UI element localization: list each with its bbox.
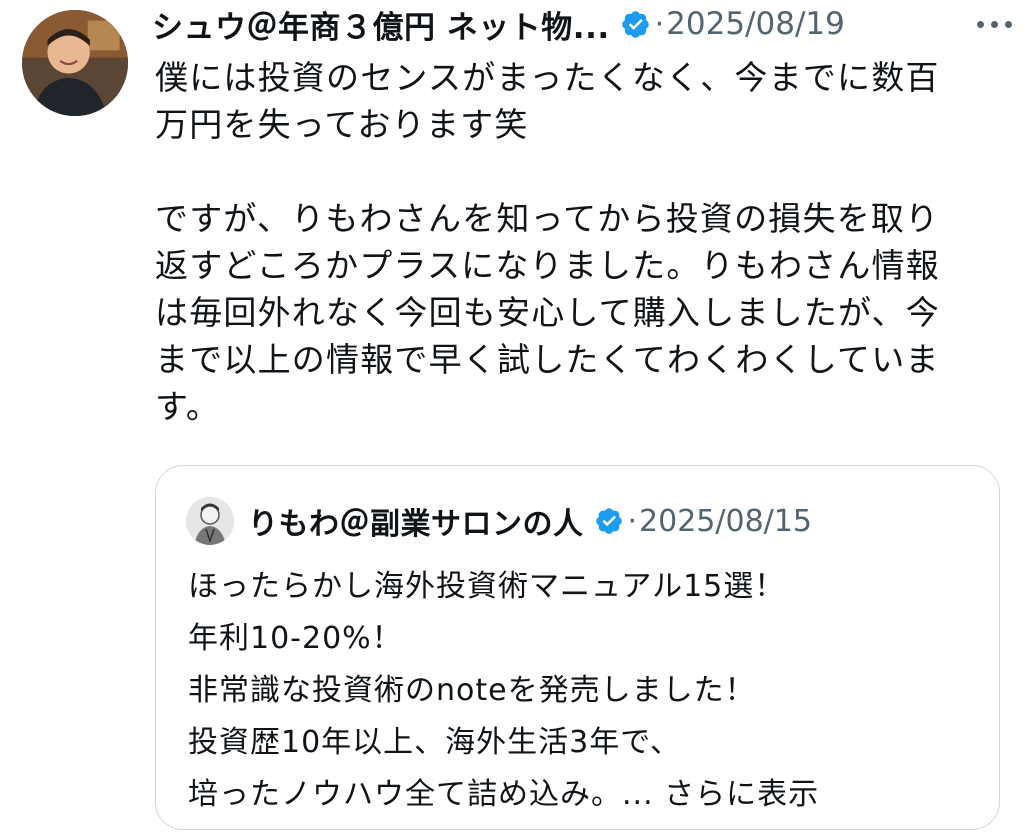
more-dot [976,20,984,28]
tweet-date[interactable]: 2025/08/19 [666,6,845,42]
quoted-text-line: 培ったノウハウ全て詰め込み。... さらに表示 [188,769,978,821]
quoted-text-line: 年利10-20%！ [188,621,403,656]
tweet-header: シュウ＠年商３億円 ネット物... · 2025/08/19 [152,0,1002,48]
tweet-text: 僕には投資のセンスがまったくなく、今までに数百 万円を失っております笑 ですが、… [155,54,985,430]
tweet-text-line: 万円を失っております笑 [155,105,529,144]
more-dot [1004,20,1012,28]
tweet-text-line: 返すどころかプラスになりました。りもわさん情報 [155,246,940,285]
quoted-tweet-text: ほったらかし海外投資術マニュアル15選！ 年利10-20%！ 非常識な投資術のn… [188,561,978,821]
quoted-tweet-date[interactable]: 2025/08/15 [639,504,812,539]
author-avatar-image [22,10,128,116]
quoted-text-line: 投資歴10年以上、海外生活3年で、 [188,725,682,760]
quoted-author-avatar[interactable] [186,497,234,545]
more-options-icon[interactable] [970,6,1018,42]
header-separator: · [654,6,665,42]
quoted-author-avatar-image [186,497,234,545]
quoted-author-name[interactable]: りもわ＠副業サロンの人 [248,499,584,543]
tweet-text-line: は毎回外れなく今回も安心して購入しましたが、今 [155,293,940,332]
quoted-text-line: ほったらかし海外投資術マニュアル15選！ [188,569,786,604]
show-more-link[interactable]: ... さらに表示 [622,777,819,812]
quoted-tweet-card[interactable]: りもわ＠副業サロンの人 · 2025/08/15 ほったらかし海外投資術マニュア… [155,465,1000,830]
verified-badge-icon [595,508,622,534]
quoted-text-last-line: 培ったノウハウ全て詰め込み。 [188,777,622,812]
tweet-text-line: ですが、りもわさんを知ってから投資の損失を取り [155,199,940,238]
tweet-text-line: まで以上の情報で早く試したくてわくわくしていま [155,340,940,379]
author-name[interactable]: シュウ＠年商３億円 ネット物... [152,2,610,47]
tweet-text-line: す。 [155,387,221,426]
author-avatar[interactable] [22,10,128,116]
quoted-header-separator: · [627,503,638,539]
verified-badge-icon [621,10,649,38]
more-dot [990,20,998,28]
quoted-tweet-header: りもわ＠副業サロンの人 · 2025/08/15 [186,496,986,546]
quoted-text-line: 非常識な投資術のnoteを発売しました！ [188,673,756,708]
tweet-text-line: 僕には投資のセンスがまったくなく、今までに数百 [155,58,940,97]
